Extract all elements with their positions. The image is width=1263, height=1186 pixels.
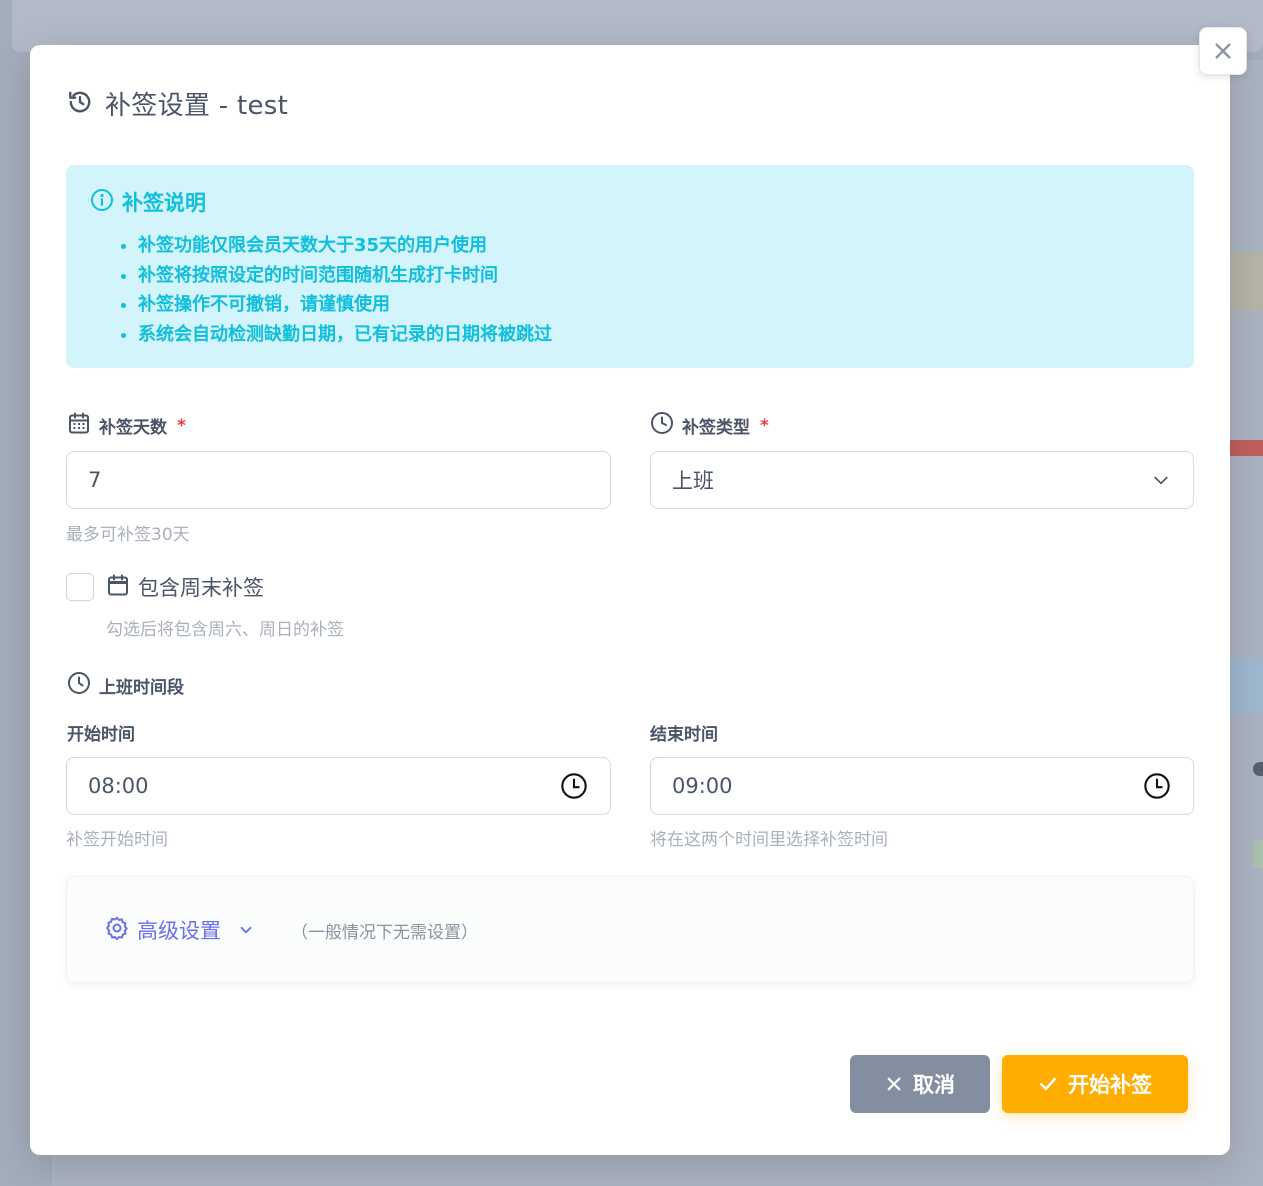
weekend-label-text: 包含周末补签 (138, 576, 264, 600)
calendar-icon (106, 573, 130, 602)
start-time-input[interactable]: 08:00 (66, 757, 611, 815)
close-icon (1212, 40, 1234, 62)
start-makeup-button[interactable]: 开始补签 (1002, 1055, 1188, 1113)
gear-icon (105, 916, 129, 945)
info-icon (90, 188, 114, 217)
days-hint: 最多可补签30天 (66, 525, 190, 545)
info-heading-text: 补签说明 (122, 191, 206, 215)
weekend-checkbox[interactable] (66, 573, 94, 601)
calendar-icon (67, 411, 91, 440)
days-label: 补签天数 * (67, 411, 186, 440)
start-makeup-button-label: 开始补签 (1068, 1073, 1152, 1097)
start-time-value: 08:00 (88, 774, 149, 798)
type-label-text: 补签类型 (682, 418, 750, 438)
advanced-settings-label: 高级设置 (137, 919, 221, 943)
required-mark: * (177, 415, 186, 436)
chevron-down-icon (1151, 470, 1171, 490)
days-label-text: 补签天数 (99, 418, 167, 438)
days-input[interactable]: 7 (66, 451, 611, 509)
required-mark: * (760, 415, 769, 436)
dialog-title: 补签设置 - test (105, 91, 289, 121)
info-item: 系统会自动检测缺勤日期，已有记录的日期将被跳过 (138, 320, 1170, 350)
start-time-hint: 补签开始时间 (66, 830, 168, 850)
clock-icon (650, 411, 674, 440)
period-label-text: 上班时间段 (99, 678, 184, 698)
info-item: 补签操作不可撤销，请谨慎使用 (138, 290, 1170, 320)
end-time-hint: 将在这两个时间里选择补签时间 (650, 830, 888, 850)
dialog-header: 补签设置 - test (67, 85, 288, 122)
history-icon (67, 89, 93, 119)
close-icon (885, 1075, 903, 1093)
info-item: 补签将按照设定的时间范围随机生成打卡时间 (138, 261, 1170, 291)
info-list: 补签功能仅限会员天数大于35天的用户使用 补签将按照设定的时间范围随机生成打卡时… (90, 231, 1170, 349)
days-input-value: 7 (88, 468, 102, 492)
advanced-settings-toggle[interactable]: 高级设置 (105, 915, 255, 945)
background-dot (1253, 762, 1263, 776)
type-label: 补签类型 * (650, 411, 769, 440)
start-time-label: 开始时间 (67, 725, 135, 745)
type-select[interactable]: 上班 (650, 451, 1194, 509)
info-item: 补签功能仅限会员天数大于35天的用户使用 (138, 231, 1170, 261)
clock-icon[interactable] (560, 772, 588, 800)
type-select-value: 上班 (672, 469, 714, 493)
info-heading: 补签说明 (90, 187, 1170, 217)
info-notice: 补签说明 补签功能仅限会员天数大于35天的用户使用 补签将按照设定的时间范围随机… (66, 165, 1194, 368)
clock-icon[interactable] (1143, 772, 1171, 800)
end-time-value: 09:00 (672, 774, 733, 798)
period-label: 上班时间段 (67, 671, 184, 700)
cancel-button-label: 取消 (913, 1073, 955, 1097)
advanced-settings-note: （一般情况下无需设置） (291, 923, 478, 943)
end-time-input[interactable]: 09:00 (650, 757, 1194, 815)
end-time-label: 结束时间 (650, 725, 718, 745)
cancel-button[interactable]: 取消 (850, 1055, 990, 1113)
check-icon (1038, 1074, 1058, 1094)
makeup-dialog: 补签设置 - test 补签说明 补签功能仅限会员天数大于35天的用户使用 补签… (30, 45, 1230, 1155)
background-stripe (1253, 840, 1263, 868)
weekend-hint: 勾选后将包含周六、周日的补签 (106, 620, 344, 640)
dialog-close-button[interactable] (1199, 27, 1247, 75)
advanced-settings-card: 高级设置 （一般情况下无需设置） (66, 876, 1194, 983)
clock-icon (67, 671, 91, 700)
weekend-label[interactable]: 包含周末补签 (106, 572, 264, 602)
chevron-down-icon (237, 921, 255, 939)
